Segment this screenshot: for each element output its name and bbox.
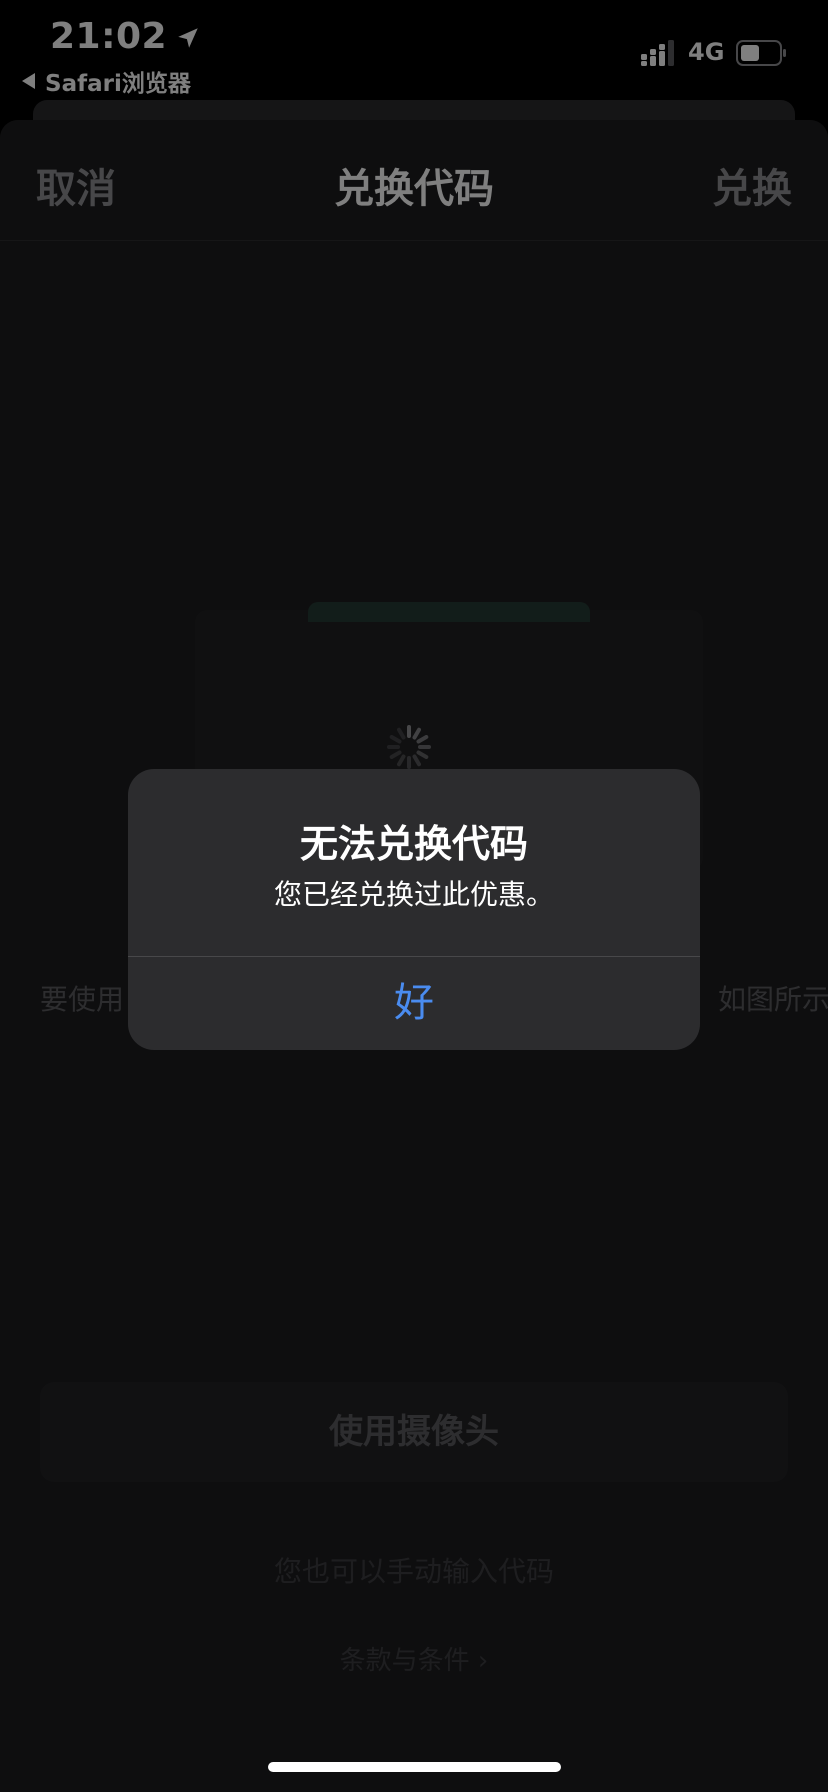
alert-dialog: 无法兑换代码 您已经兑换过此优惠。 好 — [128, 769, 700, 1050]
ok-button[interactable]: 好 — [128, 957, 700, 1050]
alert-title: 无法兑换代码 — [299, 822, 528, 866]
alert-message: 您已经兑换过此优惠。 — [273, 878, 554, 911]
home-indicator[interactable] — [268, 1762, 561, 1772]
